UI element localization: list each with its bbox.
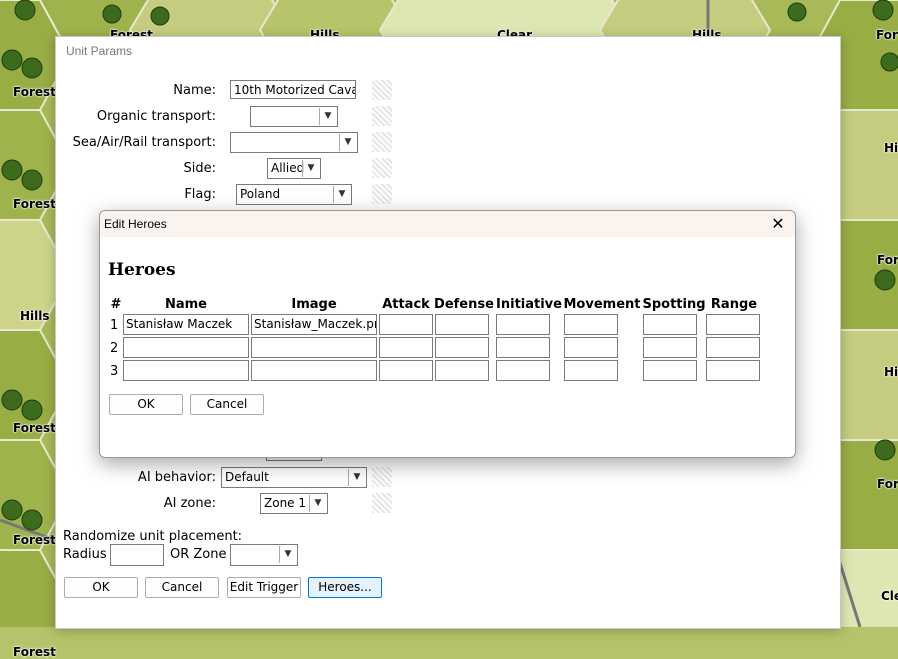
map-label: Hi (884, 365, 898, 379)
radius-field[interactable] (110, 544, 164, 566)
ai-behavior-select[interactable]: Default ▼ (221, 467, 367, 488)
chevron-down-icon: ▼ (333, 186, 350, 203)
or-zone-label: OR Zone (170, 547, 227, 562)
name-field[interactable]: 10th Motorized Cavalry (230, 80, 356, 99)
edit-heroes-dialog: Edit Heroes ✕ Heroes # Name Image Attack… (99, 210, 796, 458)
randomize-label: Randomize unit placement: (63, 529, 243, 544)
resize-grip (372, 467, 392, 487)
hero-name-field[interactable] (123, 337, 249, 358)
col-header-initiative: Initiative (496, 297, 562, 312)
side-select[interactable]: Allied ▼ (267, 158, 321, 179)
ai-zone-select[interactable]: Zone 1 ▼ (260, 493, 328, 514)
col-header-attack: Attack (382, 297, 430, 312)
col-header-defense: Defense (434, 297, 494, 312)
heroes-ok-button[interactable]: OK (109, 394, 183, 415)
col-header-name: Name (164, 297, 207, 312)
edit-trigger-button[interactable]: Edit Trigger (227, 577, 301, 598)
hero-image-field[interactable] (251, 337, 377, 358)
hero-name-field[interactable] (123, 360, 249, 381)
dialog-title: Edit Heroes (100, 211, 795, 237)
map-label: For (877, 477, 898, 491)
map-label: Hills (884, 141, 898, 155)
row-number: 2 (110, 341, 119, 356)
col-header-movement: Movement (563, 297, 641, 312)
close-icon[interactable]: ✕ (767, 213, 789, 235)
chevron-down-icon: ▼ (279, 546, 296, 563)
window-title: Unit Params (66, 44, 133, 58)
hero-range-field[interactable] (706, 360, 760, 381)
hero-initiative-field[interactable] (496, 360, 550, 381)
hero-spotting-field[interactable] (643, 314, 697, 335)
hero-initiative-field[interactable] (496, 314, 550, 335)
hero-movement-field[interactable] (564, 337, 618, 358)
organic-transport-select[interactable]: ▼ (250, 106, 338, 127)
hero-range-field[interactable] (706, 314, 760, 335)
heroes-heading: Heroes (108, 260, 176, 280)
map-label: For (877, 253, 898, 267)
col-header-spotting: Spotting (642, 297, 706, 312)
hero-attack-field[interactable] (379, 314, 433, 335)
col-header-range: Range (710, 297, 758, 312)
chevron-down-icon: ▼ (302, 160, 319, 177)
hero-image-field[interactable]: Stanisław_Maczek.png (251, 314, 377, 335)
ai-zone-label: AI zone: (163, 496, 216, 511)
map-label: Forest (13, 645, 56, 659)
chevron-down-icon: ▼ (319, 108, 336, 125)
sea-air-rail-select[interactable]: ▼ (230, 132, 358, 153)
row-number: 1 (110, 318, 119, 333)
heroes-cancel-button[interactable]: Cancel (190, 394, 264, 415)
side-label: Side: (183, 161, 217, 176)
ok-button[interactable]: OK (64, 577, 138, 598)
hero-defense-field[interactable] (435, 337, 489, 358)
chevron-down-icon: ▼ (339, 134, 356, 151)
sea-air-rail-label: Sea/Air/Rail transport: (72, 135, 216, 150)
hero-spotting-field[interactable] (643, 337, 697, 358)
hero-attack-field[interactable] (379, 360, 433, 381)
organic-transport-label: Organic transport: (96, 109, 216, 124)
hero-spotting-field[interactable] (643, 360, 697, 381)
resize-grip (372, 80, 392, 100)
map-label: Hills (20, 309, 50, 323)
resize-grip (372, 493, 392, 513)
hero-initiative-field[interactable] (496, 337, 550, 358)
col-header-number: # (110, 297, 122, 312)
resize-grip (372, 106, 392, 126)
heroes-button[interactable]: Heroes... (308, 577, 382, 598)
flag-label: Flag: (184, 187, 216, 202)
radius-label: Radius (63, 547, 107, 562)
map-label: Forest (13, 533, 56, 547)
or-zone-select[interactable]: ▼ (230, 544, 298, 566)
hero-range-field[interactable] (706, 337, 760, 358)
hero-image-field[interactable] (251, 360, 377, 381)
name-label: Name: (173, 83, 216, 98)
hero-name-field[interactable]: Stanisław Maczek (123, 314, 249, 335)
row-number: 3 (110, 364, 119, 379)
map-label: Forest (13, 421, 56, 435)
map-label: Forest (13, 85, 56, 99)
resize-grip (372, 132, 392, 152)
chevron-down-icon: ▼ (348, 469, 365, 486)
hero-movement-field[interactable] (564, 314, 618, 335)
resize-grip (372, 184, 392, 204)
hero-movement-field[interactable] (564, 360, 618, 381)
hero-attack-field[interactable] (379, 337, 433, 358)
map-label: For (876, 28, 898, 42)
chevron-down-icon: ▼ (309, 495, 326, 512)
hero-defense-field[interactable] (435, 314, 489, 335)
ai-behavior-label: AI behavior: (137, 470, 216, 485)
flag-select[interactable]: Poland ▼ (236, 184, 352, 205)
hero-defense-field[interactable] (435, 360, 489, 381)
resize-grip (372, 158, 392, 178)
col-header-image: Image (291, 297, 337, 312)
cancel-button[interactable]: Cancel (145, 577, 219, 598)
map-label: Forest (13, 197, 56, 211)
map-label: Cle (881, 589, 898, 603)
